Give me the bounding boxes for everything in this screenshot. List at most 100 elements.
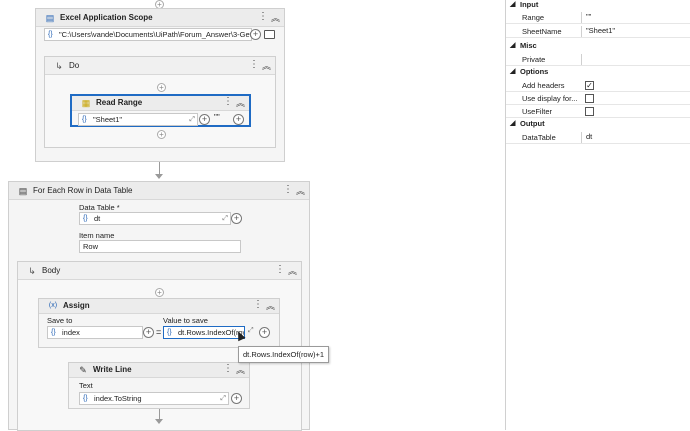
text-plus-button[interactable]: + [231, 393, 242, 404]
collapse-caret-icon[interactable]: ◢ [510, 41, 515, 49]
section-misc[interactable]: ◢ Misc [506, 41, 690, 52]
do-title: Do [69, 61, 80, 70]
value-plus-button[interactable]: + [259, 327, 270, 338]
properties-panel: ◢ Input Range "" SheetName "Sheet1" ◢ Misc… [505, 0, 690, 430]
expand-icon[interactable]: ⤢ [189, 114, 195, 125]
range-property-value[interactable]: "" [581, 12, 686, 23]
connector-line [159, 409, 160, 419]
more-options-icon[interactable]: ⋮ [253, 299, 263, 310]
text-label: Text [79, 381, 93, 390]
property-use-display-format[interactable]: Use display for... [506, 92, 690, 105]
more-options-icon[interactable]: ⋮ [223, 363, 233, 374]
for-each-icon: ▤ [18, 186, 28, 196]
datatable-property-value[interactable]: dt [581, 132, 686, 143]
assign-activity[interactable]: (x) Assign ⋮ ︽ Save to Value to save {} … [38, 298, 280, 348]
expand-icon[interactable]: ⤢ [220, 393, 226, 404]
connector-arrow [155, 419, 163, 424]
save-to-value: index [62, 328, 80, 337]
property-sheetname[interactable]: SheetName "Sheet1" [506, 25, 690, 38]
read-range-icon: ▦ [81, 98, 91, 108]
for-each-row-activity[interactable]: ▤ For Each Row in Data Table ⋮ ︽ Data Ta… [8, 181, 310, 431]
property-datatable[interactable]: DataTable dt [506, 131, 690, 144]
collapse-caret-icon[interactable]: ◢ [510, 0, 515, 8]
save-to-plus-button[interactable]: + [143, 327, 154, 338]
text-value: index.ToString [94, 394, 142, 403]
excel-scope-title: Excel Application Scope [60, 13, 153, 22]
range-plus-button[interactable]: + [233, 114, 244, 125]
connector-arrow [155, 174, 163, 179]
value-to-save-input[interactable]: {} dt.Rows.IndexOf(row [163, 326, 245, 339]
expression-icon: {} [83, 395, 88, 402]
collapse-icon[interactable]: ︽ [266, 299, 275, 312]
more-options-icon[interactable]: ⋮ [275, 264, 285, 275]
collapse-icon[interactable]: ︽ [288, 264, 297, 277]
more-options-icon[interactable]: ⋮ [283, 184, 293, 195]
property-use-filter[interactable]: UseFilter [506, 105, 690, 118]
datatable-input[interactable]: {} dt ⤢ [79, 212, 231, 225]
more-options-icon[interactable]: ⋮ [258, 11, 268, 22]
expression-icon: {} [51, 329, 56, 336]
more-options-icon[interactable]: ⋮ [223, 96, 233, 107]
expression-icon: {} [48, 31, 53, 38]
collapse-icon[interactable]: ︽ [296, 184, 305, 197]
add-headers-checkbox[interactable]: ✓ [585, 81, 594, 90]
read-range-title: Read Range [96, 98, 143, 107]
for-each-title: For Each Row in Data Table [33, 186, 133, 195]
private-property-value[interactable] [581, 54, 686, 65]
section-input[interactable]: ◢ Input [506, 0, 690, 11]
excel-application-scope[interactable]: ▤ Excel Application Scope ⋮ ︽ {} "C:\Use… [35, 8, 285, 162]
path-plus-button[interactable]: + [250, 29, 261, 40]
property-range[interactable]: Range "" [506, 11, 690, 24]
use-filter-checkbox[interactable] [585, 107, 594, 116]
item-name-label: Item name [79, 231, 115, 240]
sheet-name-input[interactable]: {} "Sheet1" ⤢ [78, 113, 198, 126]
read-range-activity[interactable]: ▦ Read Range ⋮ ︽ {} "Sheet1" ⤢ + "" + [70, 94, 251, 127]
folder-icon[interactable] [264, 30, 275, 39]
more-options-icon[interactable]: ⋮ [249, 59, 259, 70]
collapse-caret-icon[interactable]: ◢ [510, 67, 515, 75]
collapse-icon[interactable]: ︽ [271, 11, 280, 24]
assign-title: Assign [63, 301, 90, 310]
datatable-value: dt [94, 214, 101, 223]
write-line-activity[interactable]: ✎ Write Line ⋮ ︽ Text {} index.ToString … [68, 362, 250, 409]
value-tooltip: dt.Rows.IndexOf(row)+1 [238, 346, 330, 363]
do-sequence[interactable]: ↳ Do ⋮ ︽ + ▦ Read Range ⋮ ︽ {} "Sheet1" … [44, 56, 276, 148]
expand-icon[interactable]: ⤢ [222, 213, 228, 224]
use-display-format-checkbox[interactable] [585, 94, 594, 103]
excel-scope-icon: ▤ [45, 13, 55, 23]
sheet-plus-button[interactable]: + [199, 114, 210, 125]
expand-icon[interactable]: ⤢ [248, 327, 254, 335]
property-private[interactable]: Private [506, 53, 690, 66]
item-name-value: Row [83, 242, 99, 251]
sheet-name-value: "Sheet1" [93, 115, 123, 124]
connector-line [159, 162, 160, 174]
datatable-plus-button[interactable]: + [231, 213, 242, 224]
collapse-icon[interactable]: ︽ [236, 96, 245, 109]
sequence-icon: ↳ [28, 266, 36, 276]
collapse-icon[interactable]: ︽ [262, 59, 271, 72]
save-to-input[interactable]: {} index [47, 326, 143, 339]
section-output[interactable]: ◢ Output [506, 119, 690, 130]
expression-icon: {} [82, 116, 87, 123]
workbook-path-input[interactable]: {} "C:\Users\vande\Documents\UiPath\Foru… [44, 28, 252, 41]
collapse-icon[interactable]: ︽ [236, 363, 245, 376]
add-activity-icon[interactable]: + [157, 130, 166, 139]
datatable-label: Data Table * [79, 203, 120, 212]
sheetname-property-value[interactable]: "Sheet1" [581, 26, 686, 37]
text-input[interactable]: {} index.ToString ⤢ [79, 392, 229, 405]
add-activity-icon[interactable]: + [157, 83, 166, 92]
section-options[interactable]: ◢ Options [506, 67, 690, 78]
expression-icon: {} [167, 329, 172, 336]
equals-sign: = [156, 327, 162, 337]
collapse-caret-icon[interactable]: ◢ [510, 119, 515, 127]
value-to-save-label: Value to save [163, 316, 208, 325]
body-title: Body [42, 266, 61, 275]
add-activity-icon[interactable]: + [155, 288, 164, 297]
property-add-headers[interactable]: Add headers ✓ [506, 79, 690, 92]
write-line-icon: ✎ [79, 365, 87, 375]
range-value[interactable]: "" [214, 113, 220, 122]
write-line-title: Write Line [93, 365, 132, 374]
item-name-input[interactable]: Row [79, 240, 241, 253]
expression-icon: {} [83, 215, 88, 222]
assign-icon: (x) [48, 302, 58, 309]
